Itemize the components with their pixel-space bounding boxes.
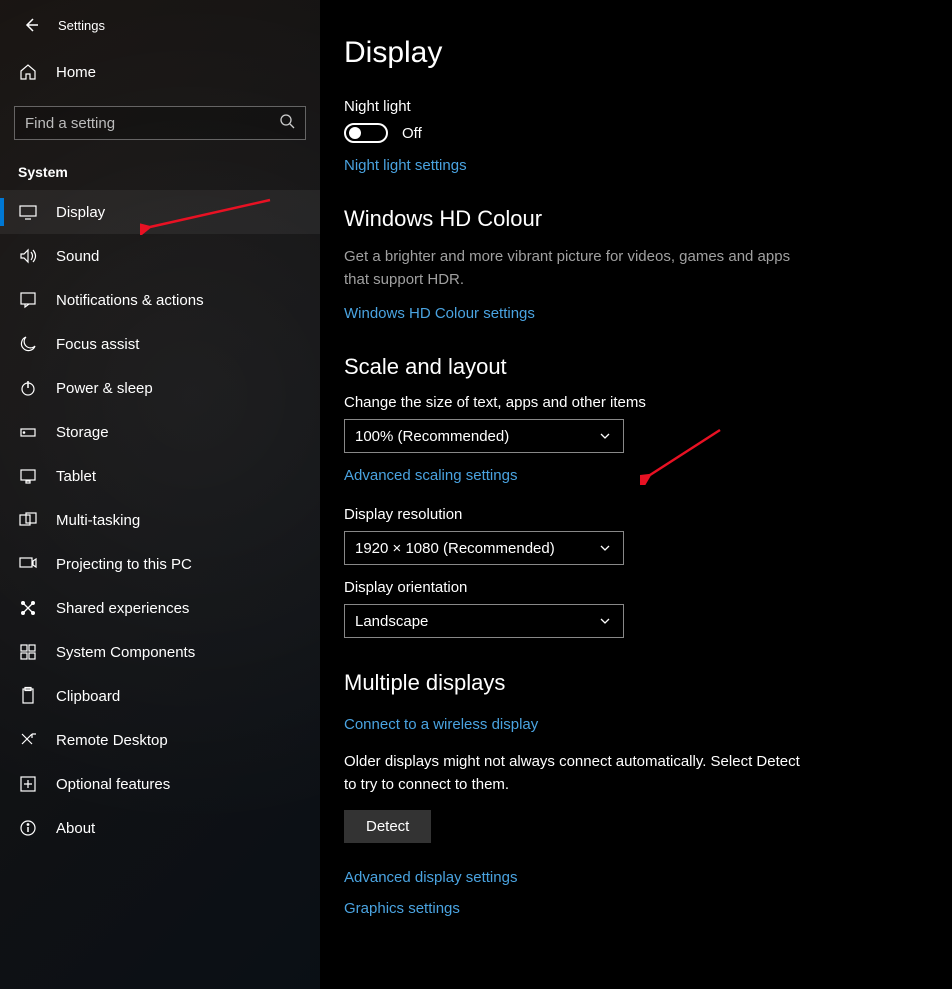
search-icon xyxy=(279,113,295,133)
text-size-value: 100% (Recommended) xyxy=(355,428,509,445)
sidebar: Settings Home System Display Sound xyxy=(0,0,320,989)
chevron-down-icon xyxy=(599,614,613,628)
projecting-icon xyxy=(18,554,38,574)
night-light-state: Off xyxy=(402,125,422,142)
nav-power[interactable]: Power & sleep xyxy=(0,366,320,410)
chevron-down-icon xyxy=(599,541,613,555)
nav-projecting[interactable]: Projecting to this PC xyxy=(0,542,320,586)
about-icon xyxy=(18,818,38,838)
night-light-label: Night light xyxy=(344,98,912,115)
hd-colour-title: Windows HD Colour xyxy=(344,206,912,232)
hd-colour-desc: Get a brighter and more vibrant picture … xyxy=(344,246,804,291)
nav-remote-desktop[interactable]: Remote Desktop xyxy=(0,718,320,762)
optional-features-icon xyxy=(18,774,38,794)
connect-wireless-link[interactable]: Connect to a wireless display xyxy=(344,716,538,733)
nav-label: Power & sleep xyxy=(56,380,153,397)
nav-about[interactable]: About xyxy=(0,806,320,850)
nav-tablet[interactable]: Tablet xyxy=(0,454,320,498)
page-title: Display xyxy=(344,36,912,70)
nav-system-components[interactable]: System Components xyxy=(0,630,320,674)
resolution-label: Display resolution xyxy=(344,506,912,523)
notifications-icon xyxy=(18,290,38,310)
multitasking-icon xyxy=(18,510,38,530)
multi-displays-desc: Older displays might not always connect … xyxy=(344,751,804,796)
nav-clipboard[interactable]: Clipboard xyxy=(0,674,320,718)
nav-label: Multi-tasking xyxy=(56,512,140,529)
nav-shared-experiences[interactable]: Shared experiences xyxy=(0,586,320,630)
nav-multitasking[interactable]: Multi-tasking xyxy=(0,498,320,542)
shared-icon xyxy=(18,598,38,618)
hd-colour-settings-link[interactable]: Windows HD Colour settings xyxy=(344,305,535,322)
nav-focus-assist[interactable]: Focus assist xyxy=(0,322,320,366)
power-icon xyxy=(18,378,38,398)
orientation-label: Display orientation xyxy=(344,579,912,596)
orientation-value: Landscape xyxy=(355,613,428,630)
nav-label: Notifications & actions xyxy=(56,292,204,309)
sidebar-section-label: System xyxy=(0,158,320,190)
clipboard-icon xyxy=(18,686,38,706)
nav-label: Shared experiences xyxy=(56,600,189,617)
nav-label: Focus assist xyxy=(56,336,139,353)
app-title: Settings xyxy=(58,18,105,33)
nav-label: System Components xyxy=(56,644,195,661)
nav-label: Sound xyxy=(56,248,99,265)
detect-button[interactable]: Detect xyxy=(344,810,431,843)
chevron-down-icon xyxy=(599,429,613,443)
storage-icon xyxy=(18,422,38,442)
search-input[interactable] xyxy=(25,115,279,132)
home-icon xyxy=(18,62,38,82)
nav-storage[interactable]: Storage xyxy=(0,410,320,454)
focus-assist-icon xyxy=(18,334,38,354)
nav-label: Storage xyxy=(56,424,109,441)
nav-label: Tablet xyxy=(56,468,96,485)
nav-label: Display xyxy=(56,204,105,221)
nav-label: About xyxy=(56,820,95,837)
nav-optional-features[interactable]: Optional features xyxy=(0,762,320,806)
nav-notifications[interactable]: Notifications & actions xyxy=(0,278,320,322)
advanced-display-link[interactable]: Advanced display settings xyxy=(344,869,517,886)
content-area: Display Night light Off Night light sett… xyxy=(320,0,952,989)
multiple-displays-title: Multiple displays xyxy=(344,670,912,696)
night-light-settings-link[interactable]: Night light settings xyxy=(344,157,467,174)
remote-desktop-icon xyxy=(18,730,38,750)
nav-home[interactable]: Home xyxy=(0,50,320,94)
nav-sound[interactable]: Sound xyxy=(0,234,320,278)
components-icon xyxy=(18,642,38,662)
back-button[interactable] xyxy=(22,16,40,34)
orientation-select[interactable]: Landscape xyxy=(344,604,624,638)
scale-layout-title: Scale and layout xyxy=(344,354,912,380)
nav-home-label: Home xyxy=(56,64,96,81)
resolution-select[interactable]: 1920 × 1080 (Recommended) xyxy=(344,531,624,565)
nav-display[interactable]: Display xyxy=(0,190,320,234)
sound-icon xyxy=(18,246,38,266)
advanced-scaling-link[interactable]: Advanced scaling settings xyxy=(344,467,517,484)
graphics-settings-link[interactable]: Graphics settings xyxy=(344,900,460,917)
nav-label: Optional features xyxy=(56,776,170,793)
display-icon xyxy=(18,202,38,222)
nav-label: Projecting to this PC xyxy=(56,556,192,573)
nav-label: Clipboard xyxy=(56,688,120,705)
resolution-value: 1920 × 1080 (Recommended) xyxy=(355,540,555,557)
search-box[interactable] xyxy=(14,106,306,140)
text-size-select[interactable]: 100% (Recommended) xyxy=(344,419,624,453)
tablet-icon xyxy=(18,466,38,486)
nav-label: Remote Desktop xyxy=(56,732,168,749)
text-size-label: Change the size of text, apps and other … xyxy=(344,394,912,411)
night-light-toggle[interactable] xyxy=(344,123,388,143)
